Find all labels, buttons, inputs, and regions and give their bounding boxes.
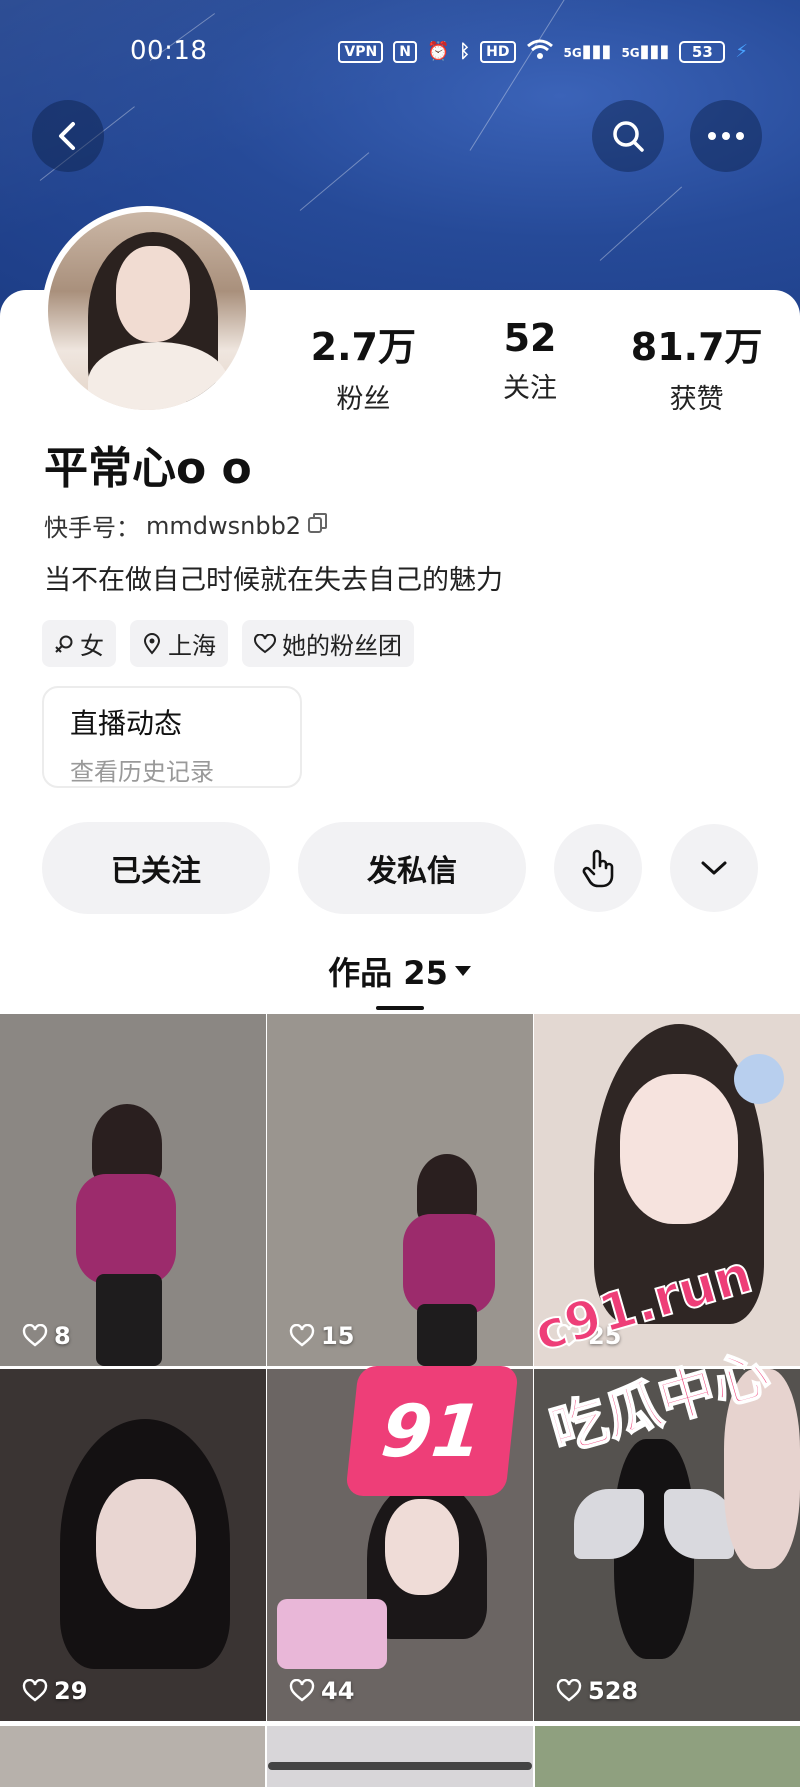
kuaishou-id-value: mmdwsnbb2 xyxy=(146,511,302,540)
heart-icon xyxy=(289,1679,315,1702)
like-count: 29 xyxy=(22,1677,87,1705)
profile-actions: 已关注 发私信 xyxy=(42,822,758,914)
like-count: 44 xyxy=(289,1677,354,1705)
stat-following[interactable]: 52 关注 xyxy=(447,316,614,416)
stat-label: 粉丝 xyxy=(336,384,391,415)
heart-icon xyxy=(556,1679,582,1702)
stat-value: 52 xyxy=(503,316,557,360)
nickname: 平常心o o xyxy=(44,443,252,494)
tag-fan-club[interactable]: 她的粉丝团 xyxy=(242,620,414,667)
home-indicator[interactable] xyxy=(268,1762,532,1770)
kuaishou-id-label: 快手号： xyxy=(44,514,140,542)
tag-label: 女 xyxy=(80,632,104,660)
stat-value: 81.7万 xyxy=(630,325,763,369)
watermark: 91 c91.run 吃瓜中心 xyxy=(345,1244,778,1506)
avatar[interactable] xyxy=(42,206,252,416)
tab-works[interactable]: 作品 25 xyxy=(328,948,472,994)
stat-likes[interactable]: 81.7万 获赞 xyxy=(613,316,780,416)
back-button[interactable] xyxy=(32,100,104,172)
send-message-button[interactable]: 发私信 xyxy=(298,822,526,914)
stat-fans[interactable]: 2.7万 粉丝 xyxy=(280,316,447,416)
chevron-down-icon xyxy=(701,861,727,875)
followed-button[interactable]: 已关注 xyxy=(42,822,270,914)
vpn-icon: VPN xyxy=(338,40,384,63)
like-count: 528 xyxy=(556,1677,638,1705)
live-card-subtitle: 查看历史记录 xyxy=(70,758,214,786)
like-count: 15 xyxy=(289,1322,354,1350)
signal-icon: 5G▮▮▮ xyxy=(621,41,670,62)
like-value: 29 xyxy=(54,1677,88,1705)
female-icon xyxy=(55,635,73,653)
cover-streak xyxy=(599,186,683,261)
search-button[interactable] xyxy=(592,100,664,172)
cover-streak xyxy=(469,0,577,151)
nfc-icon: N xyxy=(393,40,417,63)
signal-icon: 5G▮▮▮ xyxy=(563,41,612,62)
kuaishou-id-row: 快手号： mmdwsnbb2 xyxy=(44,508,329,543)
like-value: 528 xyxy=(588,1677,639,1705)
tag-label: 上海 xyxy=(168,632,216,660)
live-card-title: 直播动态 xyxy=(70,707,183,740)
hd-icon: HD xyxy=(480,40,516,63)
location-icon xyxy=(143,632,161,655)
tag-location: 上海 xyxy=(130,620,228,667)
chevron-left-icon xyxy=(59,122,75,150)
tag-gender: 女 xyxy=(42,620,116,667)
stat-value: 2.7万 xyxy=(310,325,416,369)
works-tab-row: 作品 25 xyxy=(0,948,800,994)
works-grid-partial-row xyxy=(0,1726,800,1787)
tab-works-label: 作品 25 xyxy=(328,954,448,992)
profile-bio: 当不在做自己时候就在失去自己的魅力 xyxy=(44,565,503,596)
status-icons: VPN N ⏰ ᛒ HD 5G▮▮▮ 5G▮▮▮ 53 ⚡ xyxy=(338,38,748,65)
tab-indicator xyxy=(376,1006,424,1010)
more-dots-icon xyxy=(708,132,744,140)
work-thumbnail[interactable] xyxy=(267,1726,533,1787)
stat-label: 获赞 xyxy=(669,384,724,415)
tag-label: 她的粉丝团 xyxy=(282,632,402,660)
profile-tags: 女 上海 她的粉丝团 xyxy=(42,620,414,667)
like-value: 8 xyxy=(54,1322,71,1350)
status-time: 00:18 xyxy=(130,36,208,66)
hand-pointer-icon xyxy=(582,849,614,888)
work-thumbnail[interactable]: 8 xyxy=(0,1014,266,1366)
avatar-image xyxy=(48,212,246,410)
heart-icon xyxy=(22,1324,48,1347)
charging-icon: ⚡ xyxy=(735,41,748,62)
expand-button[interactable] xyxy=(670,824,758,912)
stat-label: 关注 xyxy=(503,373,557,404)
watermark-badge: 91 xyxy=(345,1366,519,1496)
like-value: 15 xyxy=(321,1322,355,1350)
wifi-icon xyxy=(526,38,554,65)
heart-icon xyxy=(254,633,276,653)
profile-stats: 2.7万 粉丝 52 关注 81.7万 获赞 xyxy=(280,316,780,416)
like-value: 44 xyxy=(321,1677,355,1705)
like-count: 8 xyxy=(22,1322,71,1350)
status-bar: 00:18 VPN N ⏰ ᛒ HD 5G▮▮▮ 5G▮▮▮ 53 ⚡ xyxy=(0,30,800,74)
cover-streak xyxy=(299,152,370,211)
work-thumbnail[interactable] xyxy=(0,1726,266,1787)
battery-icon: 53 xyxy=(679,40,726,63)
bluetooth-icon: ᛒ xyxy=(459,41,471,62)
caret-down-icon xyxy=(454,966,471,976)
live-history-card[interactable]: 直播动态 查看历史记录 xyxy=(42,686,302,788)
heart-icon xyxy=(22,1679,48,1702)
work-thumbnail[interactable] xyxy=(534,1726,800,1787)
alarm-icon: ⏰ xyxy=(426,41,450,62)
more-button[interactable] xyxy=(690,100,762,172)
copy-icon[interactable] xyxy=(307,512,329,540)
search-icon xyxy=(613,121,644,152)
poke-button[interactable] xyxy=(554,824,642,912)
work-thumbnail[interactable]: 29 xyxy=(0,1369,266,1721)
heart-icon xyxy=(289,1324,315,1347)
